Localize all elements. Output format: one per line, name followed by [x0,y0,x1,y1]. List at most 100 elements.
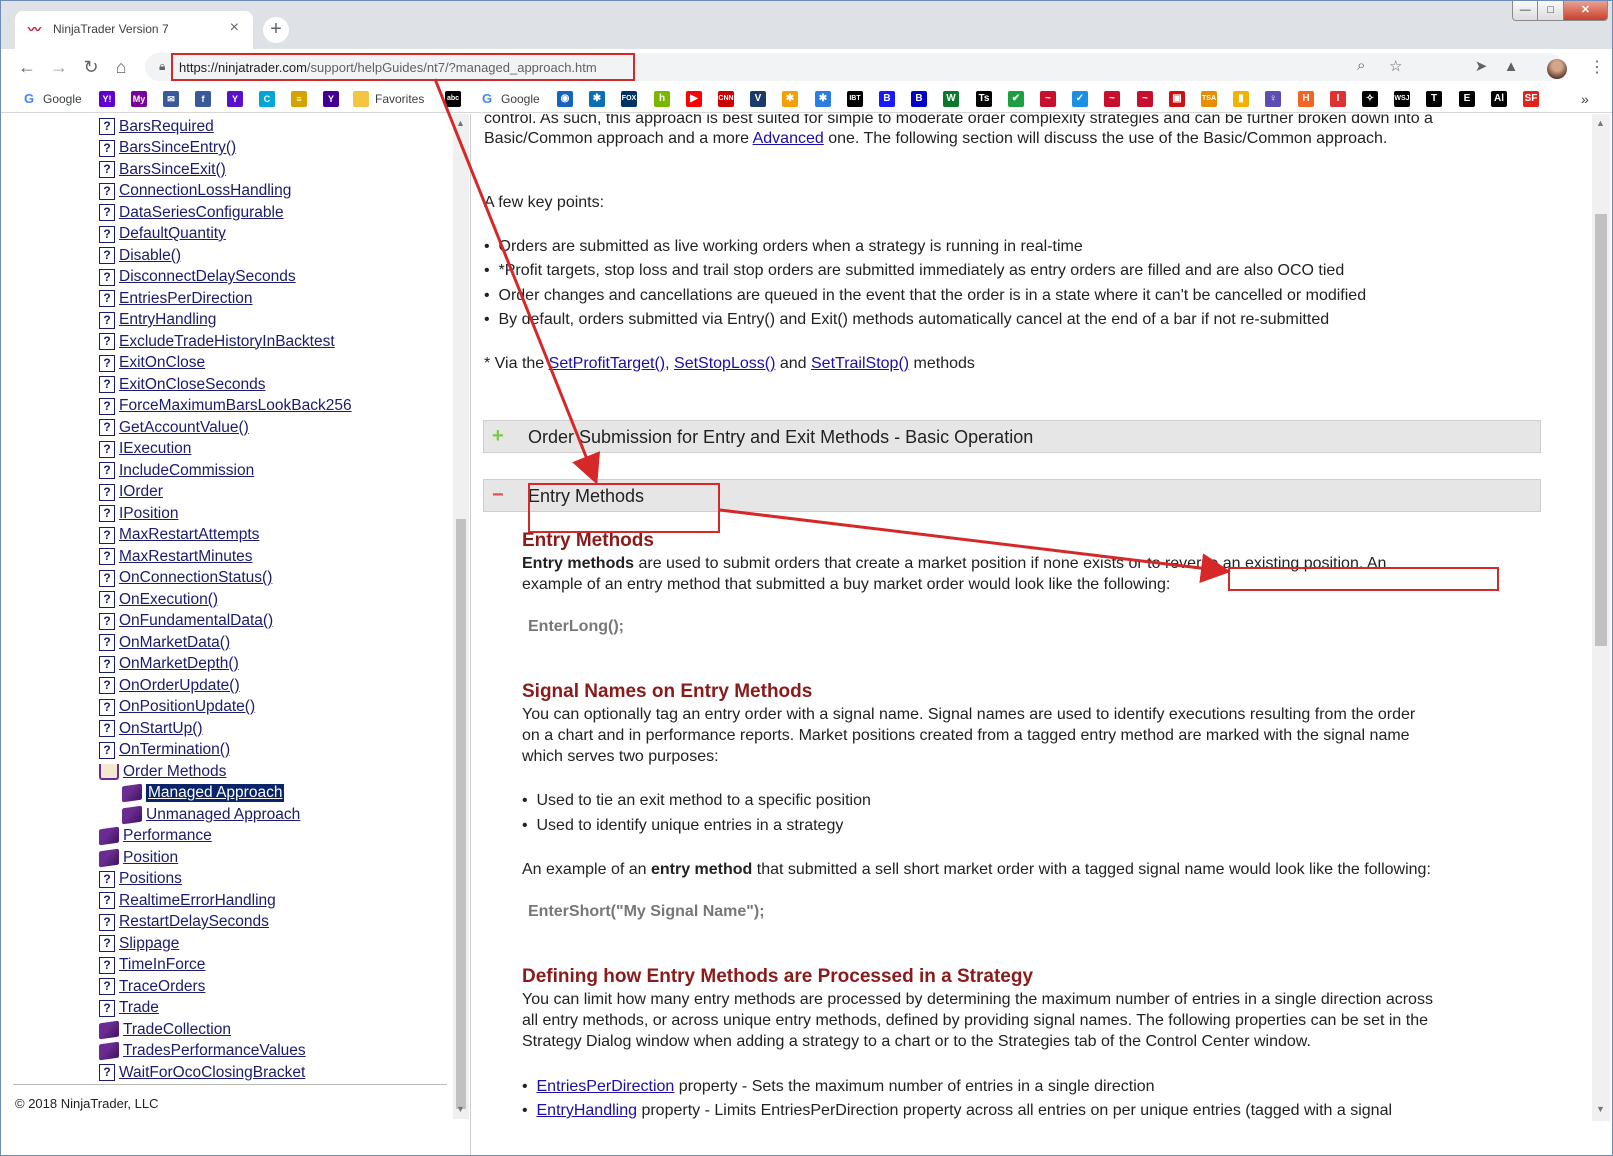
toc-item[interactable]: ? OnPositionUpdate() [99,697,255,718]
bookmark-icon-2[interactable]: ✉ [163,90,179,108]
toc-link[interactable]: BarsSinceEntry() [119,139,236,157]
toc-link[interactable]: Order Methods [123,763,226,781]
bookmark-icon-5[interactable]: C [259,90,275,108]
bookmark-site-icon-26[interactable]: I [1330,90,1346,108]
toc-link[interactable]: MaxRestartMinutes [119,548,253,566]
toc-link[interactable]: Slippage [119,935,179,953]
toc-item[interactable]: ? IOrder [99,482,163,503]
bookmark-site-icon-27[interactable]: ✧ [1362,90,1378,108]
toc-link[interactable]: Unmanaged Approach [146,806,300,824]
bookmark-google[interactable]: G Google [21,90,82,108]
bookmark-site-icon-7[interactable]: CNN [718,90,734,108]
content-scrollbar[interactable]: ▲ ▼ [1592,114,1610,1121]
bookmark-site-icon-3[interactable]: ✱ [589,90,605,108]
toc-item[interactable]: ? EntryHandling [99,310,216,331]
toc-link[interactable]: OnMarketDepth() [119,655,239,673]
entryhandling-link[interactable]: EntryHandling [537,1102,638,1119]
menu-kebab-icon[interactable]: ⋮ [1589,57,1605,77]
collapse-minus-icon[interactable]: − [492,484,504,507]
bookmark-site-icon-14[interactable]: W [943,90,959,108]
bookmark-site-icon-29[interactable]: T [1426,90,1442,108]
reload-icon[interactable]: ↻ [79,55,103,79]
bookmark-site-icon-32[interactable]: SF [1523,90,1539,108]
extension-cursor-icon[interactable]: ➤ [1469,55,1493,79]
toc-link[interactable]: ExcludeTradeHistoryInBacktest [119,333,335,351]
toc-item[interactable]: TradesPerformanceValues [99,1041,306,1062]
bookmark-icon-0[interactable]: Y! [99,90,115,108]
bookmark-icon-1[interactable]: My [131,90,147,108]
toc-link[interactable]: TradesPerformanceValues [123,1042,306,1060]
toc-item[interactable]: ? Slippage [99,933,179,954]
toc-link[interactable]: WaitForOcoClosingBracket [119,1064,305,1082]
drive-icon[interactable]: ▲ [1499,55,1523,79]
toc-item[interactable]: ? MaxRestartAttempts [99,525,259,546]
toc-item[interactable]: ? OnMarketData() [99,632,230,653]
toc-item[interactable]: Unmanaged Approach [122,804,300,825]
bookmark-site-icon-8[interactable]: V [750,90,766,108]
bookmark-icon-7[interactable]: Y [323,90,339,108]
bookmark-site-icon-17[interactable]: ~ [1040,90,1056,108]
bookmark-site-icon-2[interactable]: ◉ [557,90,573,108]
bookmark-site-icon-6[interactable]: ▶ [686,90,702,108]
toc-item[interactable]: ? OnMarketDepth() [99,654,239,675]
toc-item[interactable]: ? RestartDelaySeconds [99,912,269,933]
scroll-up-icon[interactable]: ▲ [456,118,465,128]
bookmark-site-icon-21[interactable]: ▣ [1169,90,1185,108]
bookmark-site-icon-22[interactable]: TSA [1201,90,1217,108]
bookmark-icon-4[interactable]: Y [227,90,243,108]
toc-item[interactable]: Order Methods [99,761,226,782]
toc-scroll-thumb[interactable] [456,519,466,1109]
bookmark-site-icon-23[interactable]: ▮ [1233,90,1249,108]
toc-item[interactable]: ? OnTermination() [99,740,230,761]
toc-link[interactable]: GetAccountValue() [119,419,249,437]
toc-link[interactable]: OnPositionUpdate() [119,698,255,716]
toc-item[interactable]: Managed Approach [122,783,285,804]
toc-link[interactable]: ExitOnCloseSeconds [119,376,265,394]
toc-item[interactable]: ? MaxRestartMinutes [99,546,253,567]
toc-item[interactable]: ? GetAccountValue() [99,417,249,438]
toc-item[interactable]: ? ExitOnCloseSeconds [99,374,265,395]
toc-link[interactable]: OnTermination() [119,741,230,759]
toc-item[interactable]: ? BarsRequired [99,116,214,137]
bookmark-site-icon-0[interactable]: abc [445,90,461,108]
toc-link[interactable]: OnConnectionStatus() [119,569,272,587]
toc-item[interactable]: ? ConnectionLossHandling [99,181,291,202]
bookmark-site-icon-4[interactable]: FOX [621,90,637,108]
home-icon[interactable]: ⌂ [109,55,133,79]
close-window-button[interactable]: ✕ [1563,1,1607,20]
browser-tab[interactable]: 〰 NinjaTrader Version 7 × [15,11,253,49]
toc-link[interactable]: IExecution [119,440,191,458]
toc-link[interactable]: ExitOnClose [119,354,205,372]
setstoploss-link[interactable]: SetStopLoss() [674,355,775,372]
bookmark-site-icon-15[interactable]: Ts [976,90,992,108]
content-scroll-thumb[interactable] [1595,214,1607,646]
toc-item[interactable]: ? RealtimeErrorHandling [99,890,276,911]
toc-item[interactable]: ? EntriesPerDirection [99,288,253,309]
toc-item[interactable]: Position [99,847,178,868]
toc-item[interactable]: ? Disable() [99,245,181,266]
toc-item[interactable]: ? OnStartUp() [99,718,203,739]
toc-link[interactable]: ForceMaximumBarsLookBack256 [119,397,352,415]
bookmark-star-icon[interactable]: ☆ [1389,57,1402,75]
toc-link[interactable]: DefaultQuantity [119,225,226,243]
minimize-button[interactable]: — [1513,1,1539,20]
toc-link[interactable]: TradeCollection [123,1021,231,1039]
bookmark-site-icon-5[interactable]: h [654,90,670,108]
toc-item[interactable]: ? ExitOnClose [99,353,205,374]
toc-link-selected[interactable]: Managed Approach [146,784,285,802]
bookmark-site-icon-9[interactable]: ✱ [782,90,798,108]
setprofittarget-link[interactable]: SetProfitTarget() [549,355,665,372]
toc-item[interactable]: ? BarsSinceEntry() [99,138,236,159]
bookmark-site-icon-10[interactable]: ✱ [815,90,831,108]
bookmark-icon-6[interactable]: ≡ [291,90,307,108]
bookmarks-overflow[interactable]: » [1581,90,1589,108]
bookmark-site-icon-25[interactable]: H [1298,90,1314,108]
toc-link[interactable]: DisconnectDelaySeconds [119,268,296,286]
toc-item[interactable]: ? TraceOrders [99,976,205,997]
toc-link[interactable]: RestartDelaySeconds [119,913,269,931]
toc-item[interactable]: TradeCollection [99,1019,231,1040]
forward-arrow-icon[interactable]: → [47,55,71,79]
toc-link[interactable]: Trade [119,999,159,1017]
toc-link[interactable]: OnFundamentalData() [119,612,273,630]
bookmark-site-icon-31[interactable]: Al [1491,90,1507,108]
